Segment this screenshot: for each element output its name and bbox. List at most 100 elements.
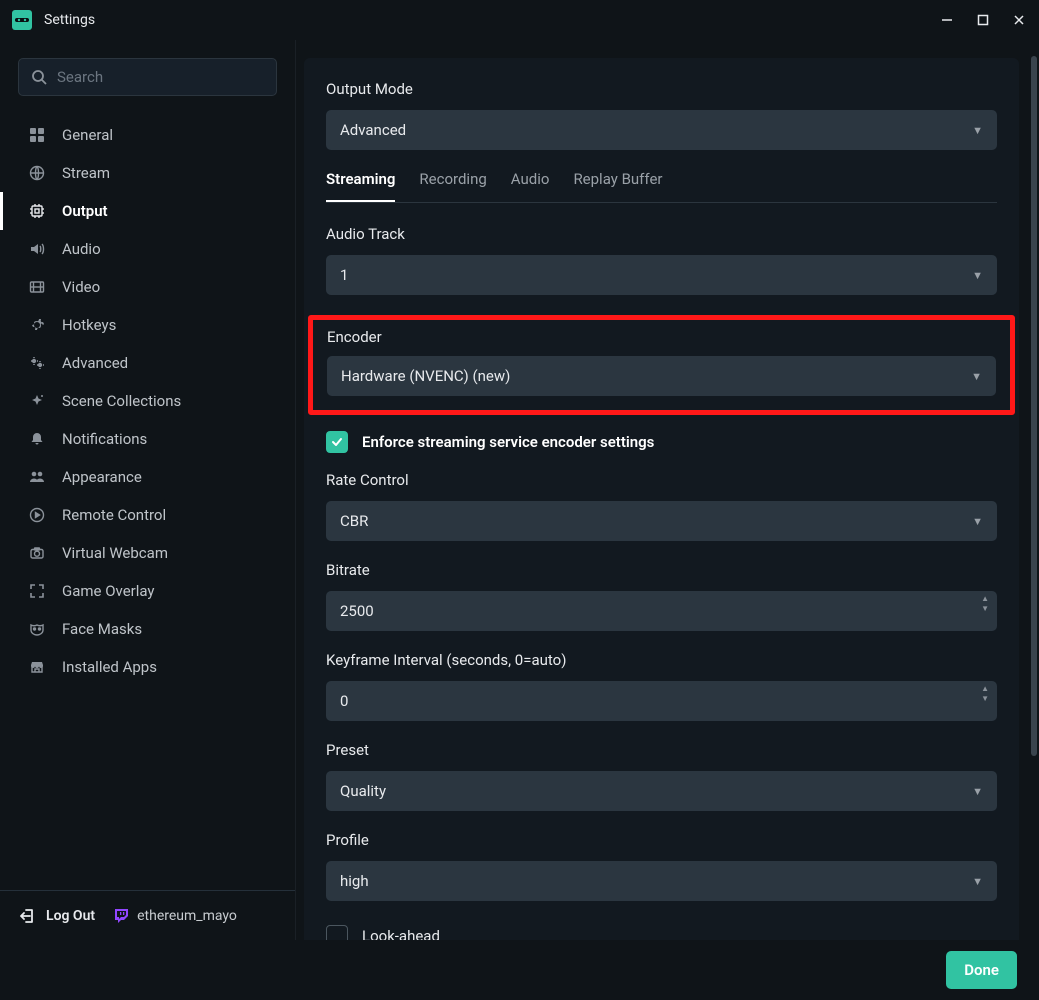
tab-streaming[interactable]: Streaming [326, 170, 395, 202]
scrollbar[interactable] [1031, 56, 1037, 756]
film-icon [28, 278, 46, 296]
lookahead-row: Look-ahead [326, 925, 997, 940]
store-icon [28, 658, 46, 676]
sidebar-item-remote-control[interactable]: Remote Control [0, 496, 295, 534]
preset-select[interactable]: Quality ▼ [326, 771, 997, 811]
titlebar: Settings [0, 0, 1039, 40]
sidebar-item-game-overlay[interactable]: Game Overlay [0, 572, 295, 610]
sidebar-item-hotkeys[interactable]: Hotkeys [0, 306, 295, 344]
sidebar-item-output[interactable]: Output [0, 192, 295, 230]
app-icon [12, 10, 32, 30]
camera-icon [28, 544, 46, 562]
grid-icon [28, 126, 46, 144]
content-area: Output Mode Advanced ▼ Streaming Recordin… [296, 40, 1039, 940]
rate-control-label: Rate Control [326, 471, 997, 489]
bitrate-label: Bitrate [326, 561, 997, 579]
encoder-select[interactable]: Hardware (NVENC) (new) ▼ [327, 356, 996, 396]
sidebar-item-label: Output [62, 202, 108, 220]
logout-label: Log Out [46, 908, 95, 924]
sidebar-item-installed-apps[interactable]: Installed Apps [0, 648, 295, 686]
logout-icon [20, 908, 36, 924]
maximize-button[interactable] [975, 12, 991, 28]
user-display[interactable]: ethereum_mayo [113, 908, 237, 924]
expand-icon [28, 582, 46, 600]
lookahead-checkbox[interactable] [326, 925, 348, 940]
sidebar-item-label: Advanced [62, 354, 128, 372]
play-icon [28, 506, 46, 524]
sidebar-item-label: General [62, 126, 113, 144]
gears-icon [28, 354, 46, 372]
gear-icon [28, 316, 46, 334]
sidebar-item-virtual-webcam[interactable]: Virtual Webcam [0, 534, 295, 572]
minimize-button[interactable] [939, 12, 955, 28]
sidebar-item-general[interactable]: General [0, 116, 295, 154]
keyframe-spinner[interactable]: ▲▼ [981, 685, 989, 703]
sidebar-item-label: Scene Collections [62, 392, 181, 410]
search-icon [31, 69, 47, 85]
people-icon [28, 468, 46, 486]
enforce-row: Enforce streaming service encoder settin… [326, 431, 997, 453]
sidebar-item-appearance[interactable]: Appearance [0, 458, 295, 496]
sidebar-item-label: Notifications [62, 430, 147, 448]
window-title: Settings [44, 12, 939, 28]
bell-icon [28, 430, 46, 448]
sparkle-icon [28, 392, 46, 410]
mask-icon [28, 620, 46, 638]
sidebar-item-label: Face Masks [62, 620, 142, 638]
output-mode-label: Output Mode [326, 80, 997, 98]
logout-button[interactable]: Log Out [20, 908, 95, 924]
output-tabs: Streaming Recording Audio Replay Buffer [326, 170, 997, 203]
preset-label: Preset [326, 741, 997, 759]
sidebar-item-label: Hotkeys [62, 316, 116, 334]
profile-select[interactable]: high ▼ [326, 861, 997, 901]
chevron-down-icon: ▼ [972, 515, 983, 528]
done-button[interactable]: Done [946, 951, 1017, 989]
audio-track-label: Audio Track [326, 225, 997, 243]
close-button[interactable] [1011, 12, 1027, 28]
keyframe-label: Keyframe Interval (seconds, 0=auto) [326, 651, 997, 669]
sidebar-item-label: Remote Control [62, 506, 166, 524]
username: ethereum_mayo [137, 908, 237, 924]
search-input-wrap[interactable] [18, 58, 277, 96]
sidebar-item-scene-collections[interactable]: Scene Collections [0, 382, 295, 420]
bitrate-spinner[interactable]: ▲▼ [981, 595, 989, 613]
chevron-down-icon: ▼ [972, 785, 983, 798]
settings-panel: Output Mode Advanced ▼ Streaming Recordin… [304, 58, 1019, 940]
encoder-label: Encoder [327, 328, 996, 346]
nav-list: General Stream Output Audio Video Hotkeys Adva… [0, 114, 295, 890]
sidebar-item-notifications[interactable]: Notifications [0, 420, 295, 458]
sidebar-item-label: Audio [62, 240, 101, 258]
volume-icon [28, 240, 46, 258]
encoder-highlight: Encoder Hardware (NVENC) (new) ▼ [308, 315, 1015, 415]
sidebar-item-face-masks[interactable]: Face Masks [0, 610, 295, 648]
sidebar-item-label: Game Overlay [62, 582, 155, 600]
enforce-label: Enforce streaming service encoder settin… [362, 433, 654, 451]
search-input[interactable] [57, 68, 264, 86]
audio-track-select[interactable]: 1 ▼ [326, 255, 997, 295]
enforce-checkbox[interactable] [326, 431, 348, 453]
sidebar-item-label: Video [62, 278, 100, 296]
bitrate-input[interactable]: 2500 ▲▼ [326, 591, 997, 631]
chevron-down-icon: ▼ [972, 124, 983, 137]
lookahead-label: Look-ahead [362, 927, 440, 940]
output-mode-select[interactable]: Advanced ▼ [326, 110, 997, 150]
sidebar-item-label: Stream [62, 164, 110, 182]
keyframe-input[interactable]: 0 ▲▼ [326, 681, 997, 721]
sidebar: General Stream Output Audio Video Hotkeys Adva… [0, 40, 296, 940]
sidebar-item-label: Virtual Webcam [62, 544, 168, 562]
chevron-down-icon: ▼ [971, 370, 982, 383]
sidebar-item-advanced[interactable]: Advanced [0, 344, 295, 382]
tab-audio[interactable]: Audio [511, 170, 550, 202]
footer: Done [296, 940, 1039, 1000]
sidebar-item-stream[interactable]: Stream [0, 154, 295, 192]
tab-recording[interactable]: Recording [419, 170, 486, 202]
rate-control-select[interactable]: CBR ▼ [326, 501, 997, 541]
profile-label: Profile [326, 831, 997, 849]
globe-icon [28, 164, 46, 182]
twitch-icon [113, 908, 129, 924]
sidebar-item-label: Appearance [62, 468, 142, 486]
chevron-down-icon: ▼ [972, 269, 983, 282]
sidebar-item-video[interactable]: Video [0, 268, 295, 306]
tab-replay-buffer[interactable]: Replay Buffer [573, 170, 662, 202]
sidebar-item-audio[interactable]: Audio [0, 230, 295, 268]
